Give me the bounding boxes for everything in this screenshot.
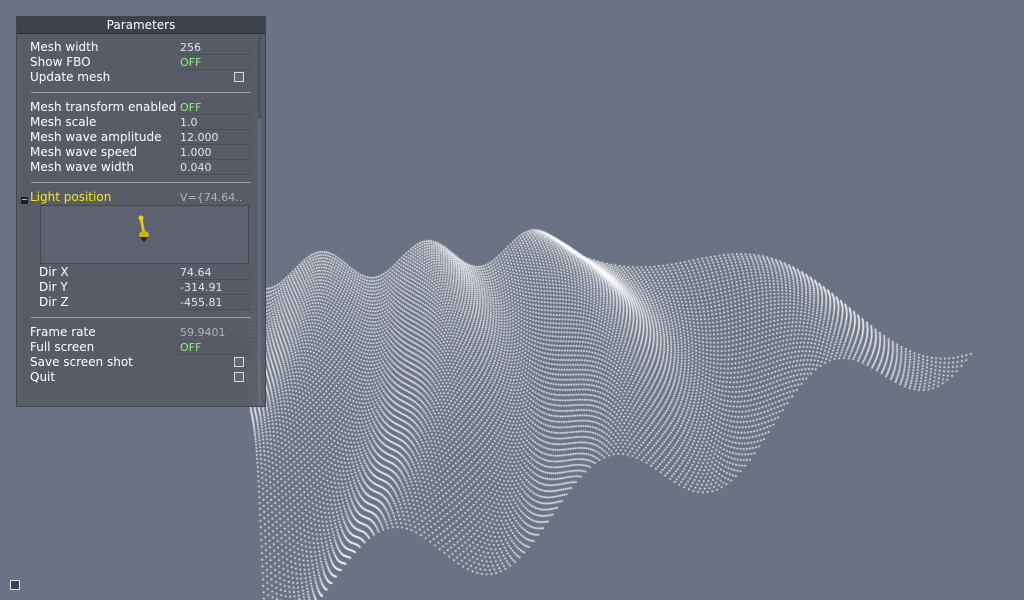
dir-z-label: Dir Z [39, 295, 69, 309]
full-screen-toggle[interactable]: OFF [178, 341, 251, 355]
light-position-value: V={74.64.. [180, 191, 243, 204]
wave-amplitude-label: Mesh wave amplitude [30, 130, 162, 144]
show-fbo-label: Show FBO [30, 55, 91, 69]
scrollbar-thumb[interactable] [258, 119, 261, 405]
arrow-direction-icon[interactable] [136, 214, 152, 244]
full-screen-label: Full screen [30, 340, 95, 354]
dir-z-value[interactable]: -455.81 [178, 296, 251, 310]
save-screenshot-label: Save screen shot [30, 355, 133, 369]
wave-width-value[interactable]: 0.040 [178, 161, 251, 175]
quit-label: Quit [30, 370, 56, 384]
mesh-width-label: Mesh width [30, 40, 99, 54]
separator [31, 92, 251, 93]
wave-amplitude-value[interactable]: 12.000 [178, 131, 251, 145]
light-position-label[interactable]: Light position [30, 190, 111, 205]
transform-enabled-toggle[interactable]: OFF [178, 101, 251, 115]
mesh-scale-value[interactable]: 1.0 [178, 116, 251, 130]
separator [31, 317, 251, 318]
collapse-minus-icon[interactable]: − [21, 196, 28, 204]
wave-speed-label: Mesh wave speed [30, 145, 138, 159]
dir-y-value[interactable]: -314.91 [178, 281, 251, 295]
dir-x-value[interactable]: 74.64 [178, 266, 251, 280]
panel-title[interactable]: Parameters [17, 17, 265, 34]
mesh-scale-label: Mesh scale [30, 115, 97, 129]
frame-rate-value: 59.9401 [180, 326, 226, 339]
dir-x-label: Dir X [39, 265, 69, 279]
separator [31, 182, 251, 183]
wave-speed-value[interactable]: 1.000 [178, 146, 251, 160]
show-fbo-toggle[interactable]: OFF [178, 56, 251, 70]
wave-width-label: Mesh wave width [30, 160, 134, 174]
save-screenshot-button[interactable] [234, 357, 244, 367]
parameters-panel[interactable]: Parameters Mesh width 256 Show FBO OFF U… [16, 16, 266, 407]
update-mesh-label: Update mesh [30, 70, 111, 84]
mesh-width-value[interactable]: 256 [178, 41, 251, 55]
help-icon[interactable] [10, 580, 20, 590]
direction-widget[interactable] [40, 205, 249, 264]
quit-button[interactable] [234, 372, 244, 382]
frame-rate-label: Frame rate [30, 325, 96, 339]
update-mesh-button[interactable] [234, 72, 244, 82]
transform-enabled-label: Mesh transform enabled [30, 100, 177, 114]
dir-y-label: Dir Y [39, 280, 68, 294]
